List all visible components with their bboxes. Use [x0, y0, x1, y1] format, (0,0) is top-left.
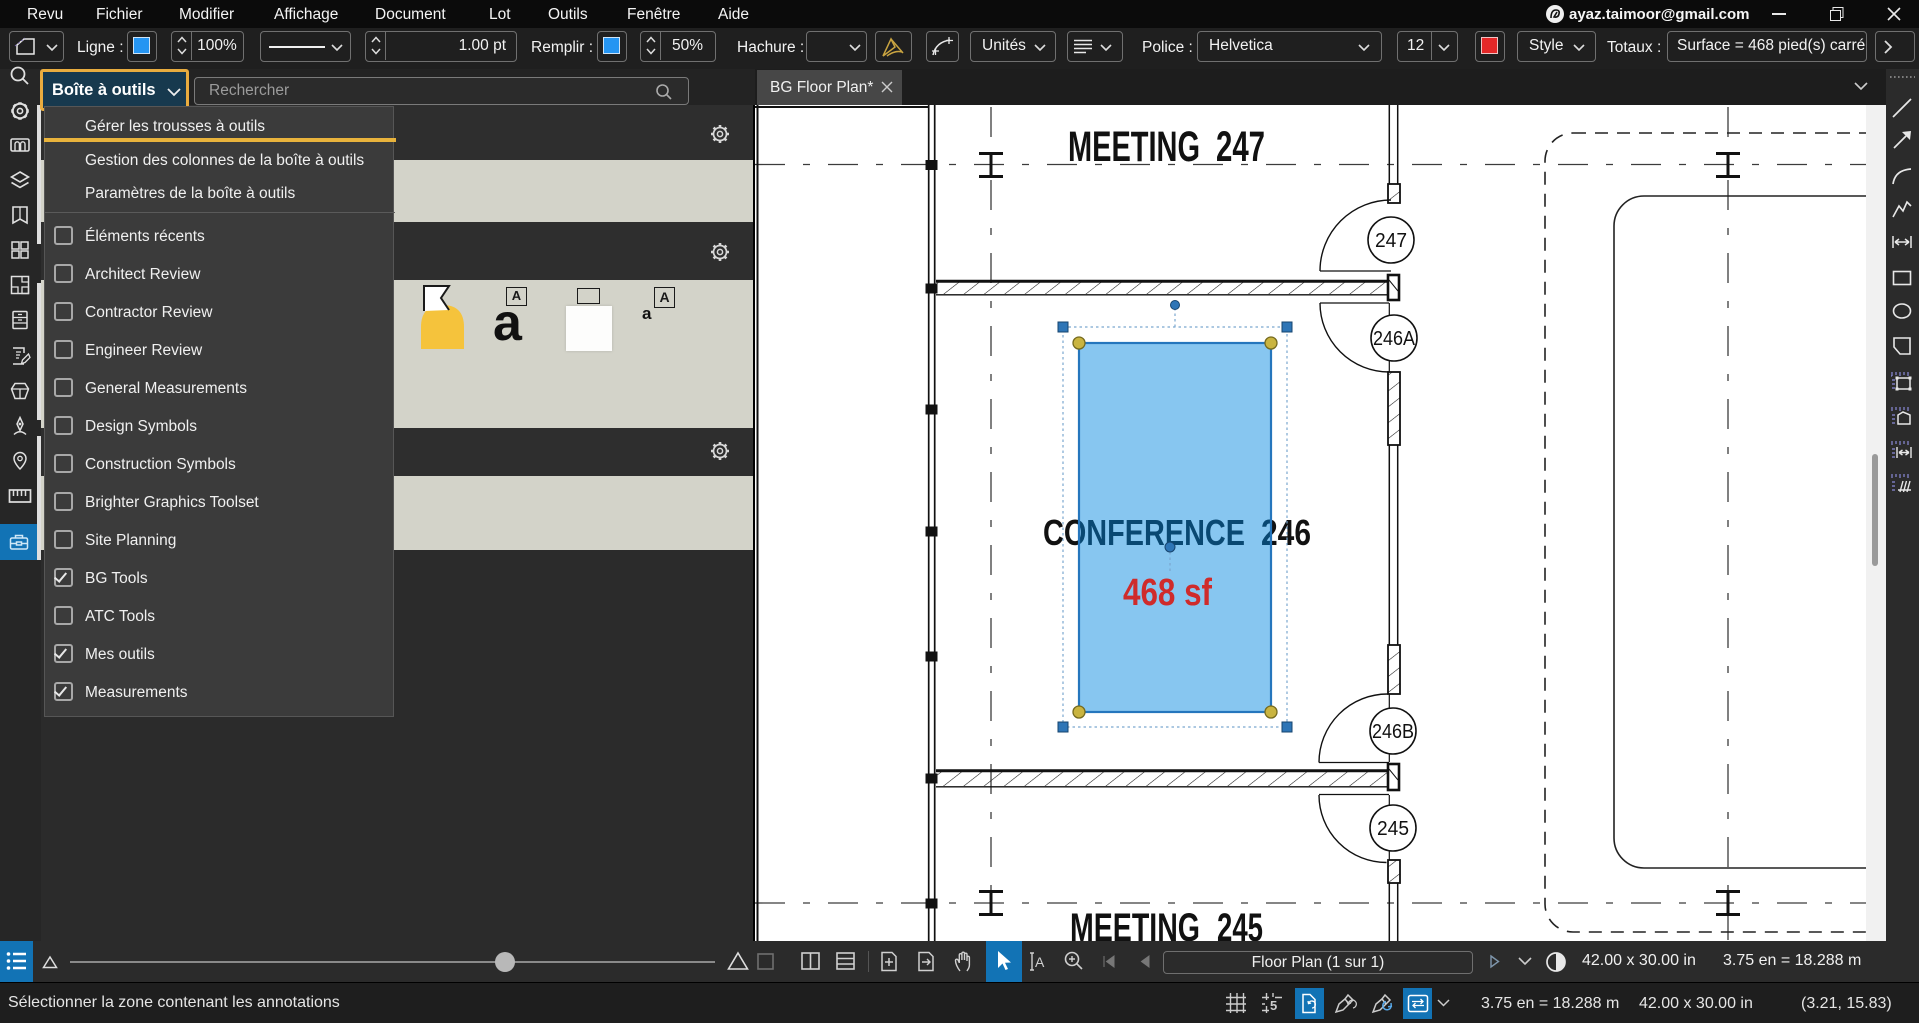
svg-text:245: 245	[1377, 818, 1409, 840]
svg-text:245: 245	[1217, 906, 1263, 941]
svg-text:246B: 246B	[1372, 721, 1414, 743]
svg-text:247: 247	[1375, 230, 1407, 252]
svg-text:468 sf: 468 sf	[1123, 572, 1212, 614]
svg-text:5: 5	[1270, 998, 1277, 1013]
svg-text:MEETING: MEETING	[1068, 123, 1200, 171]
svg-text:A: A	[1035, 954, 1045, 970]
svg-text:MEETING: MEETING	[1070, 906, 1200, 941]
svg-text:247: 247	[1216, 123, 1265, 171]
svg-text:246A: 246A	[1373, 328, 1416, 350]
